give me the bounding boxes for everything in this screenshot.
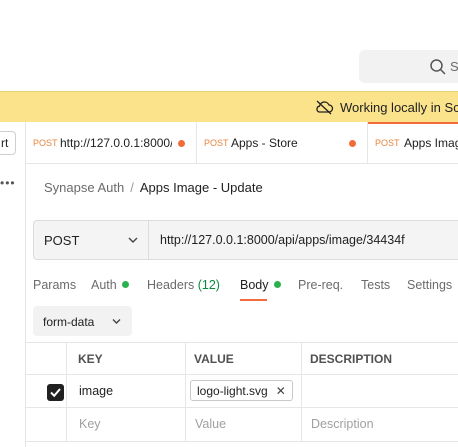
search-icon [430,59,446,75]
url-input[interactable]: http://127.0.0.1:8000/api/apps/image/344… [160,233,405,247]
file-chip[interactable]: logo-light.svg ✕ [190,380,293,401]
tab-label: Headers [147,278,195,292]
method-value: POST [44,233,80,248]
key-cell[interactable]: Key [66,408,185,441]
tab-method: POST [204,138,229,148]
chevron-down-icon [112,319,121,324]
table-row: image logo-light.svg ✕ [26,375,458,408]
tab-tests[interactable]: Tests [361,278,390,292]
value-header: VALUE [194,352,234,366]
request-tabs: POST http://127.0.0.1:8000/a POST Apps -… [26,122,458,164]
value-column-header: VALUE [185,343,301,374]
search-placeholder: S [450,59,458,74]
breadcrumb-collection[interactable]: Synapse Auth [44,180,124,195]
page-title[interactable]: Apps Image - Update [140,180,263,195]
status-dot-icon [273,281,281,288]
description-cell[interactable] [301,375,458,407]
top-bar: S [0,0,458,91]
close-icon[interactable]: ✕ [276,384,286,398]
request-bar: POST http://127.0.0.1:8000/api/apps/imag… [33,220,458,260]
tab-pre-request[interactable]: Pre-req. [298,278,343,292]
key-value: image [79,384,114,398]
row-enabled-checkbox[interactable] [47,384,64,401]
breadcrumb-separator: / [130,180,134,195]
tab-headers[interactable]: Headers (12) [147,278,220,292]
chevron-down-icon [128,237,138,243]
headers-count: (12) [197,278,220,292]
description-header: DESCRIPTION [310,352,393,366]
method-select[interactable]: POST [34,221,149,259]
checkmark-icon [50,388,61,398]
scratch-pad-banner: Working locally in Scr [0,91,458,122]
description-cell[interactable]: Description [301,408,458,441]
tab-settings[interactable]: Settings [407,278,452,292]
key-header: KEY [78,352,103,366]
more-options-icon[interactable]: ••• [0,176,16,190]
search-input[interactable]: S [359,50,458,83]
banner-text: Working locally in Scr [340,100,458,115]
sidebar-button[interactable]: rt [0,131,16,155]
cloud-off-icon [316,100,334,115]
request-subtabs: Params Auth Headers (12) Body Pre-req. T… [33,274,458,301]
tab-params[interactable]: Params [33,278,76,292]
key-column-header: KEY [66,343,185,374]
body-mode-value: form-data [43,315,95,329]
tab-label: Settings [407,278,453,292]
unsaved-dot-icon [178,140,185,147]
form-data-table: KEY VALUE DESCRIPTION image logo-light.s… [26,342,458,447]
description-placeholder: Description [311,417,374,431]
tab-body[interactable]: Body [240,278,281,301]
description-column-header: DESCRIPTION [301,343,458,374]
tab-title: Apps - Store [231,136,298,150]
tab-method: POST [33,138,58,148]
tab-label: Pre-req. [298,278,344,292]
tab-request-1[interactable]: POST http://127.0.0.1:8000/a [26,122,197,164]
tab-request-3[interactable]: POST Apps Imag [368,122,458,164]
tab-label: Body [240,278,269,292]
value-cell[interactable]: logo-light.svg ✕ [185,375,301,407]
tab-label: Params [33,278,77,292]
left-sidebar: rt ••• [0,122,26,447]
tab-title: http://127.0.0.1:8000/a [60,136,172,150]
tab-method: POST [375,138,400,148]
value-placeholder: Value [195,417,227,431]
key-cell[interactable]: image [66,375,185,407]
tab-label: Tests [361,278,391,292]
breadcrumb: Synapse Auth / Apps Image - Update [44,180,263,195]
tab-label: Auth [91,278,117,292]
table-row-new: Key Value Description [26,408,458,442]
tab-title: Apps Imag [404,136,458,150]
value-cell[interactable]: Value [185,408,301,441]
body-mode-select[interactable]: form-data [33,306,132,336]
key-placeholder: Key [79,417,101,431]
tab-request-2[interactable]: POST Apps - Store [197,122,368,164]
file-name: logo-light.svg [197,384,268,398]
table-header-row: KEY VALUE DESCRIPTION [26,343,458,375]
tab-auth[interactable]: Auth [91,278,129,292]
unsaved-dot-icon [349,140,356,147]
status-dot-icon [121,281,129,288]
